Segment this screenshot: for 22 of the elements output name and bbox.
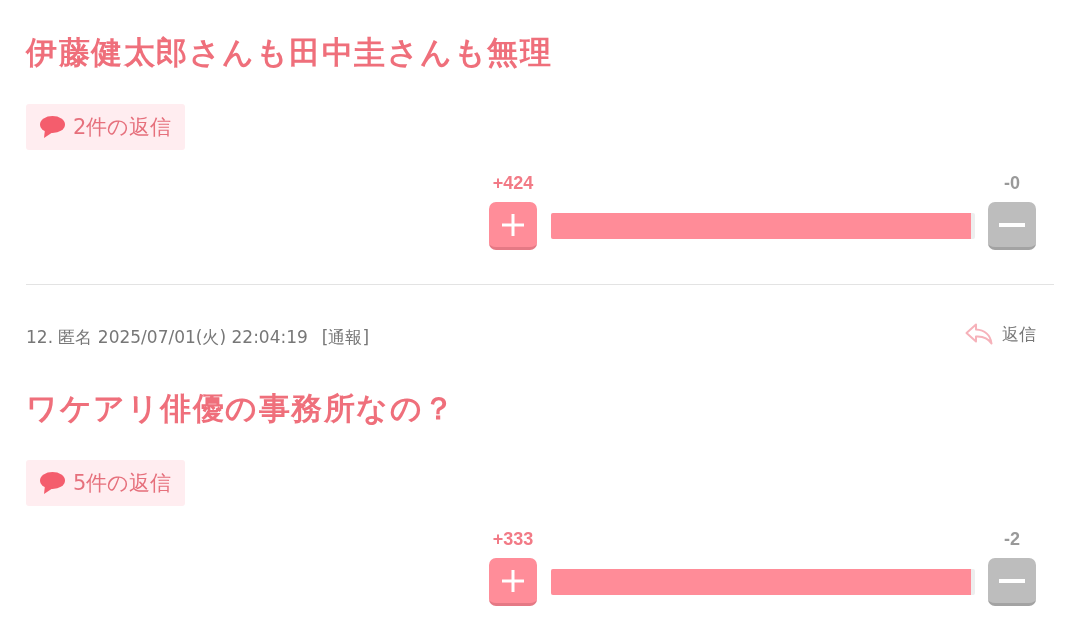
upvote-button[interactable] (489, 558, 537, 606)
downvote-count: -0 (1004, 172, 1020, 194)
report-link[interactable]: [通報] (321, 325, 370, 349)
upvote-count: +333 (492, 528, 534, 550)
downvote-count: -2 (1004, 528, 1020, 550)
minus-icon (999, 222, 1025, 227)
reply-arrow-icon (965, 323, 993, 345)
post-title: ワケアリ俳優の事務所なの？ (26, 389, 457, 428)
speech-bubble-icon (40, 116, 65, 138)
post-title: 伊藤健太郎さんも田中圭さんも無理 (26, 33, 553, 72)
minus-icon (999, 578, 1025, 583)
post-meta: 12. 匿名 2025/07/01(火) 22:04:19 (26, 326, 308, 349)
upvote-count: +424 (492, 172, 534, 194)
replies-button[interactable]: 2件の返信 (26, 104, 186, 150)
speech-bubble-icon (40, 472, 65, 494)
downvote-button[interactable] (988, 202, 1036, 250)
plus-icon (502, 569, 524, 592)
plus-icon (502, 213, 524, 236)
reply-link[interactable]: 返信 (965, 322, 1036, 346)
upvote-button[interactable] (489, 202, 537, 250)
replies-button[interactable]: 5件の返信 (26, 460, 186, 506)
downvote-button[interactable] (988, 558, 1036, 606)
